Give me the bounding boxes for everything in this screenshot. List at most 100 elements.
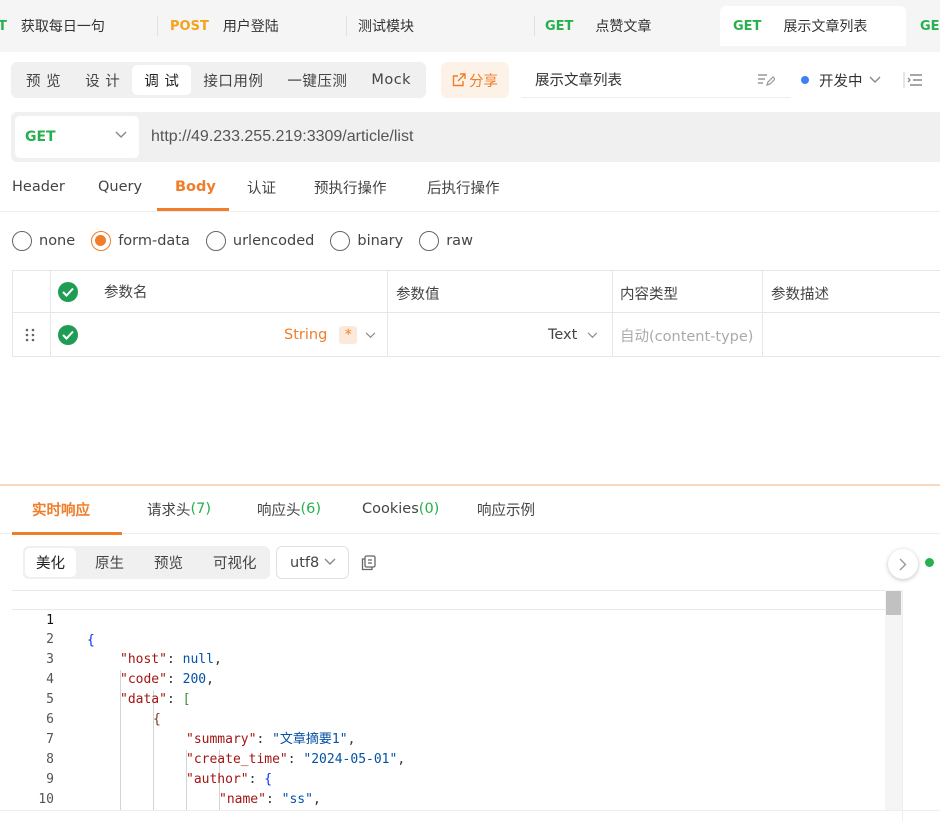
method-value: GET xyxy=(25,129,56,145)
tab-request-headers[interactable]: 请求头 (7) xyxy=(147,486,211,532)
mode-stress-test[interactable]: 一键压测 xyxy=(275,65,359,95)
mode-switcher: 预 览 设 计 调 试 接口用例 一键压测 Mock xyxy=(11,62,427,98)
select-all-checkbox[interactable] xyxy=(58,271,78,312)
tab-overflow[interactable]: GE xyxy=(920,6,940,46)
tab-query[interactable]: Query xyxy=(98,162,142,212)
mode-debug[interactable]: 调 试 xyxy=(132,65,192,95)
tab-count: (6) xyxy=(300,501,322,517)
radio-urlencoded[interactable]: urlencoded xyxy=(205,231,315,251)
code-line: 9 "name": "ss", xyxy=(12,750,885,807)
tab-response-headers[interactable]: 响应头 (6) xyxy=(257,486,321,532)
url-input[interactable] xyxy=(151,116,931,158)
mode-design[interactable]: 设 计 xyxy=(73,65,132,95)
param-type-select[interactable]: String * xyxy=(284,313,376,357)
tab-header[interactable]: Header xyxy=(12,162,65,212)
edit-icon[interactable] xyxy=(757,72,775,88)
tab-pre-script[interactable]: 预执行操作 xyxy=(314,162,387,212)
radio-circle xyxy=(330,231,351,251)
drag-handle-icon[interactable] xyxy=(25,313,35,357)
share-button[interactable]: 分享 xyxy=(441,62,509,98)
tab-cookies[interactable]: Cookies (0) xyxy=(362,486,439,532)
tab-response-example[interactable]: 响应示例 xyxy=(477,486,535,532)
tab-method: T xyxy=(0,18,7,34)
bottom-divider xyxy=(0,810,940,811)
tab-divider xyxy=(534,16,535,36)
vertical-scrollbar[interactable] xyxy=(885,590,902,810)
row-enable-checkbox[interactable] xyxy=(58,313,78,357)
view-raw[interactable]: 原生 xyxy=(84,548,135,577)
outline-menu-icon[interactable] xyxy=(903,70,923,90)
value-type-select[interactable]: Text xyxy=(548,313,598,357)
chevron-down-icon xyxy=(324,558,336,565)
radio-circle xyxy=(91,231,112,251)
mode-preview[interactable]: 预 览 xyxy=(14,65,73,95)
tab-label: 测试模块 xyxy=(358,19,414,35)
tab-method: GET xyxy=(733,18,762,34)
active-tab-indicator xyxy=(12,532,122,535)
required-toggle[interactable]: * xyxy=(339,326,358,344)
response-view-switcher: 美化 原生 预览 可视化 xyxy=(23,546,270,579)
tab-label: 实时响应 xyxy=(32,502,90,519)
tab-method: GE xyxy=(920,18,940,34)
mode-test-cases[interactable]: 接口用例 xyxy=(191,65,275,95)
api-name-field[interactable]: 展示文章列表 xyxy=(521,62,791,98)
chevron-down-icon xyxy=(869,76,880,83)
mode-mock[interactable]: Mock xyxy=(359,65,423,95)
tab-like-article[interactable]: GET 点赞文章 xyxy=(545,6,651,46)
expand-panel-button[interactable] xyxy=(888,549,918,579)
radio-raw[interactable]: raw xyxy=(419,231,473,251)
tab-label: 响应头 xyxy=(257,502,301,519)
table-header-row: 参数名 参数值 内容类型 参数描述 xyxy=(12,271,940,313)
params-table: 参数名 参数值 内容类型 参数描述 String * Text 自动(conte… xyxy=(12,270,940,357)
tab-divider xyxy=(157,16,158,36)
scrollbar-thumb[interactable] xyxy=(886,591,901,615)
tab-article-list[interactable]: GET 展示文章列表 xyxy=(720,6,906,46)
share-label: 分享 xyxy=(469,73,498,90)
code-line: 4 "data": [ xyxy=(12,650,885,707)
radio-label: urlencoded xyxy=(232,233,315,249)
view-preview[interactable]: 预览 xyxy=(143,548,194,577)
column-header-description: 参数描述 xyxy=(771,287,829,303)
tab-post-script[interactable]: 后执行操作 xyxy=(427,162,500,212)
view-visualize[interactable]: 可视化 xyxy=(202,548,268,577)
status-dot xyxy=(801,76,809,84)
status-label: 开发中 xyxy=(819,73,863,90)
request-tab-bar: T 获取每日一句 POST 用户登陆 测试模块 GET 点赞文章 GET 展示文… xyxy=(0,0,940,52)
code-line: 2 "host": null, xyxy=(12,610,885,667)
tab-test-module[interactable]: 测试模块 xyxy=(358,6,414,46)
connection-status-dot xyxy=(925,558,934,567)
radio-form-data[interactable]: form-data xyxy=(91,231,190,251)
tab-body[interactable]: Body xyxy=(175,162,216,212)
active-tab-indicator xyxy=(157,208,229,211)
chevron-down-icon xyxy=(588,331,598,338)
column-header-content-type: 内容类型 xyxy=(620,287,678,303)
response-code-editor[interactable]: 1 { 2 "host": null, 3 "code": 200, 4 "da… xyxy=(12,590,885,810)
copy-icon[interactable] xyxy=(361,555,376,571)
radio-none[interactable]: none xyxy=(12,231,75,251)
tab-user-login[interactable]: POST 用户登陆 xyxy=(170,6,279,46)
content-type-input[interactable]: 自动(content-type) xyxy=(620,313,753,357)
status-dropdown[interactable]: 开发中 xyxy=(801,62,881,98)
radio-label: none xyxy=(39,233,76,249)
tab-label: 点赞文章 xyxy=(595,19,652,35)
code-line: 7 "create_time": "2024-05-01", xyxy=(12,710,885,767)
column-header-name: 参数名 xyxy=(104,285,148,301)
tab-live-response[interactable]: 实时响应 xyxy=(32,486,90,532)
view-pretty[interactable]: 美化 xyxy=(25,548,76,577)
table-row: String * Text 自动(content-type) xyxy=(12,313,940,357)
body-type-radio-group: none form-data urlencoded binary raw xyxy=(12,229,489,253)
tab-label: 请求头 xyxy=(147,502,191,519)
tab-get-daily-sentence[interactable]: T 获取每日一句 xyxy=(0,6,105,46)
method-select[interactable]: GET xyxy=(15,116,139,158)
radio-binary[interactable]: binary xyxy=(330,231,403,251)
column-header-value: 参数值 xyxy=(396,287,440,303)
side-panel-divider xyxy=(902,590,903,821)
param-type: String xyxy=(284,327,328,343)
tab-method: GET xyxy=(545,18,574,34)
tab-label: 响应示例 xyxy=(477,502,535,519)
check-icon xyxy=(58,281,78,302)
tab-auth[interactable]: 认证 xyxy=(247,162,276,212)
radio-circle xyxy=(419,231,440,251)
encoding-select[interactable]: utf8 xyxy=(276,546,349,579)
encoding-value: utf8 xyxy=(290,554,320,571)
